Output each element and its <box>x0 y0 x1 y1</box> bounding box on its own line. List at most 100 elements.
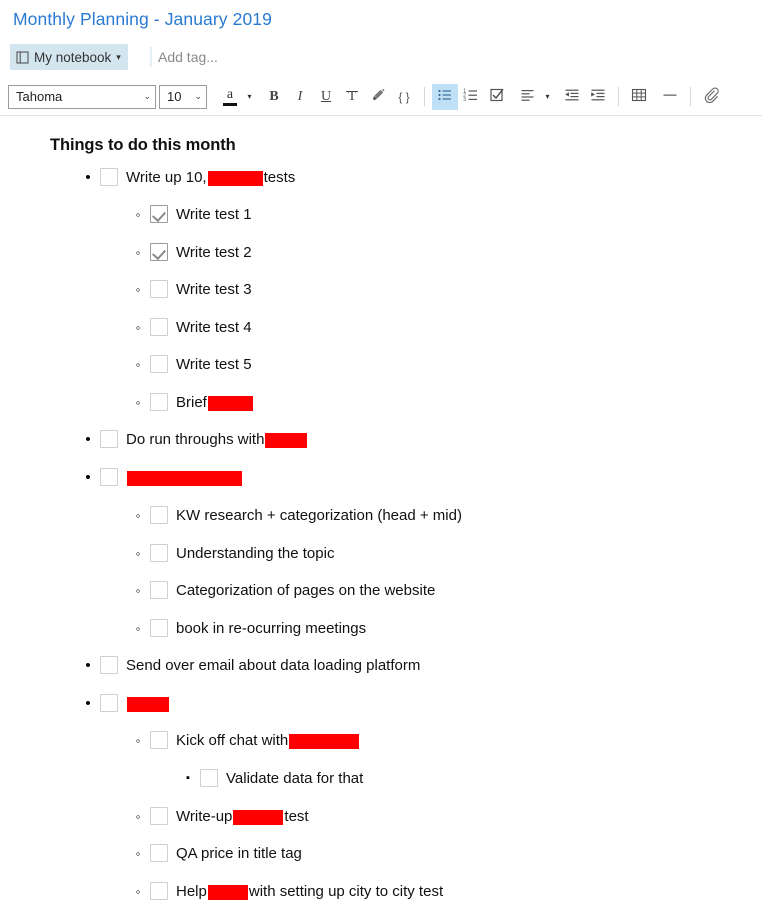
checkbox-unchecked[interactable] <box>150 544 168 562</box>
bulleted-list-icon <box>437 87 453 106</box>
list-item[interactable]: ◦ Write-up test <box>130 804 309 828</box>
redaction-block <box>207 170 263 186</box>
list-item[interactable]: ◦ Write test 2 <box>130 240 252 264</box>
checkbox-list-button[interactable] <box>484 84 510 110</box>
list-item[interactable]: ◦ Brief <box>130 390 254 414</box>
checkbox-checked[interactable] <box>150 205 168 223</box>
list-item[interactable]: ◦ Kick off chat with <box>130 728 360 752</box>
list-item-text: Send over email about data loading platf… <box>126 658 420 673</box>
checkbox-unchecked[interactable] <box>150 506 168 524</box>
page-title[interactable]: Monthly Planning - January 2019 <box>13 9 272 30</box>
list-bullet-icon: ◦ <box>135 620 141 636</box>
font-size-select[interactable]: 10 ⌄ <box>159 84 207 109</box>
checkbox-unchecked[interactable] <box>100 430 118 448</box>
checkbox-unchecked[interactable] <box>200 769 218 787</box>
italic-button[interactable]: I <box>287 84 313 110</box>
redaction-block <box>207 884 248 900</box>
checkbox-unchecked[interactable] <box>100 168 118 186</box>
list-item[interactable]: ◦ book in re-ocurring meetings <box>130 616 366 640</box>
text-run: Brief <box>176 393 207 411</box>
code-icon: { } <box>398 89 410 104</box>
decrease-indent-button[interactable] <box>559 84 585 110</box>
highlight-button[interactable] <box>365 84 391 110</box>
list-item[interactable]: ◦ KW research + categorization (head + mi… <box>130 503 462 527</box>
align-left-icon <box>520 87 536 106</box>
list-bullet-icon: ◦ <box>135 281 141 297</box>
list-bullet-icon: ◦ <box>135 319 141 335</box>
text-run: Write test 4 <box>176 318 252 336</box>
text-run: Send over email about data loading platf… <box>126 656 421 674</box>
increase-indent-icon <box>590 87 606 106</box>
list-item[interactable]: ◦ Write test 3 <box>130 277 252 301</box>
redaction-block <box>289 733 360 749</box>
checkbox-unchecked[interactable] <box>150 844 168 862</box>
redaction-block <box>233 809 284 825</box>
text-run: Kick off chat with <box>176 731 289 749</box>
list-item[interactable]: ◦ Write test 1 <box>130 202 252 226</box>
paperclip-icon <box>703 87 719 106</box>
bold-button[interactable]: B <box>261 84 287 110</box>
strikethrough-button[interactable]: T <box>339 84 365 110</box>
list-item[interactable]: ◦ Write test 5 <box>130 352 252 376</box>
horizontal-rule-button[interactable] <box>657 84 683 110</box>
list-item[interactable]: • Send over email about data loading plat… <box>80 653 420 677</box>
font-color-icon: a <box>223 87 237 106</box>
list-item[interactable]: ◦ QA price in title tag <box>130 841 302 865</box>
text-run: Write-up <box>176 807 233 825</box>
checkbox-unchecked[interactable] <box>150 882 168 900</box>
list-item[interactable]: ◦ Help with setting up city to city test <box>130 879 443 903</box>
checkbox-unchecked[interactable] <box>100 468 118 486</box>
numbered-list-button[interactable]: 1 2 3 <box>458 84 484 110</box>
increase-indent-button[interactable] <box>585 84 611 110</box>
list-item-text: Write test 3 <box>176 282 252 297</box>
bulleted-list-button[interactable] <box>432 83 458 110</box>
note-editor-body[interactable]: Things to do this month • Write up 10, tes… <box>0 117 762 915</box>
list-bullet-icon: ◦ <box>135 206 141 222</box>
checkbox-unchecked[interactable] <box>150 318 168 336</box>
checkbox-list-icon <box>489 87 505 106</box>
align-button[interactable] <box>515 84 541 110</box>
list-item[interactable]: • <box>80 465 243 489</box>
text-run: Do run throughs with <box>126 430 265 448</box>
font-family-value: Tahoma <box>16 89 63 104</box>
list-item-text: book in re-ocurring meetings <box>176 621 366 636</box>
text-run: Help <box>176 882 207 900</box>
list-bullet-icon: • <box>85 430 91 448</box>
checkbox-unchecked[interactable] <box>100 656 118 674</box>
checkbox-unchecked[interactable] <box>150 355 168 373</box>
text-run: KW research + categorization (head + mid… <box>176 506 462 524</box>
notebook-selector[interactable]: My notebook ▾ <box>10 44 128 70</box>
list-item[interactable]: ◦ Understanding the topic <box>130 541 334 565</box>
list-bullet-icon: • <box>85 468 91 486</box>
checkbox-unchecked[interactable] <box>150 619 168 637</box>
table-button[interactable] <box>626 84 652 110</box>
code-button[interactable]: { } <box>391 84 417 110</box>
checkbox-checked[interactable] <box>150 243 168 261</box>
align-caret-icon[interactable]: ▾ <box>541 84 554 110</box>
list-item[interactable]: • <box>80 691 170 715</box>
checkbox-unchecked[interactable] <box>100 694 118 712</box>
strikethrough-icon: T <box>345 88 358 104</box>
list-item[interactable]: ▪ Validate data for that <box>180 766 363 790</box>
text-run: book in re-ocurring meetings <box>176 619 367 637</box>
list-bullet-icon: ◦ <box>135 582 141 598</box>
checkbox-unchecked[interactable] <box>150 280 168 298</box>
list-item[interactable]: • Write up 10, tests <box>80 165 295 189</box>
redaction-block <box>265 432 308 448</box>
list-bullet-icon: ◦ <box>135 808 141 824</box>
checkbox-unchecked[interactable] <box>150 581 168 599</box>
checkbox-unchecked[interactable] <box>150 393 168 411</box>
list-item-text: Write test 2 <box>176 245 252 260</box>
attachment-button[interactable] <box>698 84 724 110</box>
list-item[interactable]: • Do run throughs with <box>80 427 308 451</box>
list-item[interactable]: ◦ Categorization of pages on the website <box>130 578 435 602</box>
add-tag-input[interactable]: Add tag... <box>158 44 218 70</box>
font-family-select[interactable]: Tahoma ⌄ <box>8 84 156 109</box>
underline-button[interactable]: U <box>313 84 339 110</box>
checkbox-unchecked[interactable] <box>150 731 168 749</box>
list-item[interactable]: ◦ Write test 4 <box>130 315 252 339</box>
list-item-text: QA price in title tag <box>176 846 302 861</box>
font-color-caret-icon[interactable]: ▾ <box>243 84 256 110</box>
font-color-button[interactable]: a <box>217 84 243 110</box>
checkbox-unchecked[interactable] <box>150 807 168 825</box>
